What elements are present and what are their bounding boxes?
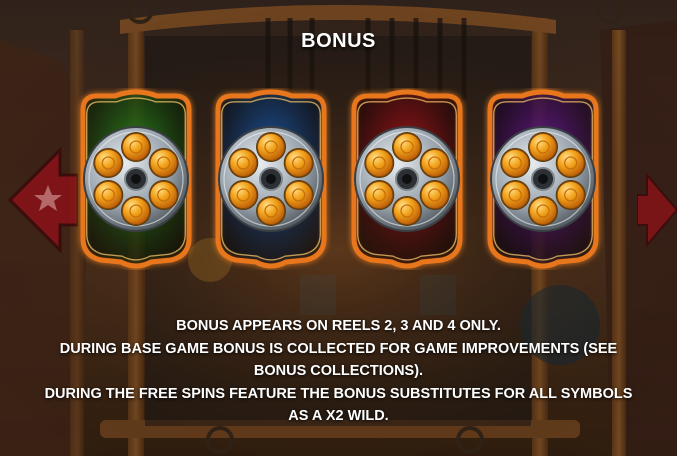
bonus-symbol-red <box>346 88 468 270</box>
bonus-symbol-blue <box>210 88 332 270</box>
previous-page-arrow-icon[interactable] <box>0 140 78 260</box>
red-revolver-cylinder-icon <box>351 89 463 269</box>
page-title: BONUS <box>301 30 376 52</box>
bonus-symbol-green <box>75 88 197 270</box>
description-line: DURING BASE GAME BONUS IS COLLECTED FOR … <box>59 340 618 357</box>
purple-revolver-cylinder-icon <box>487 89 599 269</box>
description-line: DURING THE FREE SPINS FEATURE THE BONUS … <box>44 385 633 402</box>
next-page-arrow-icon[interactable] <box>637 160 677 260</box>
blue-revolver-cylinder-icon <box>215 89 327 269</box>
bonus-description: BONUS APPEARS ON REELS 2, 3 AND 4 ONLY. … <box>0 315 677 428</box>
description-line: BONUS APPEARS ON REELS 2, 3 AND 4 ONLY. <box>176 318 501 334</box>
description-line: BONUS COLLECTIONS). <box>253 363 424 379</box>
description-line: AS A X2 WILD. <box>288 408 389 424</box>
bonus-symbol-purple <box>482 88 604 270</box>
green-revolver-cylinder-icon <box>80 89 192 269</box>
